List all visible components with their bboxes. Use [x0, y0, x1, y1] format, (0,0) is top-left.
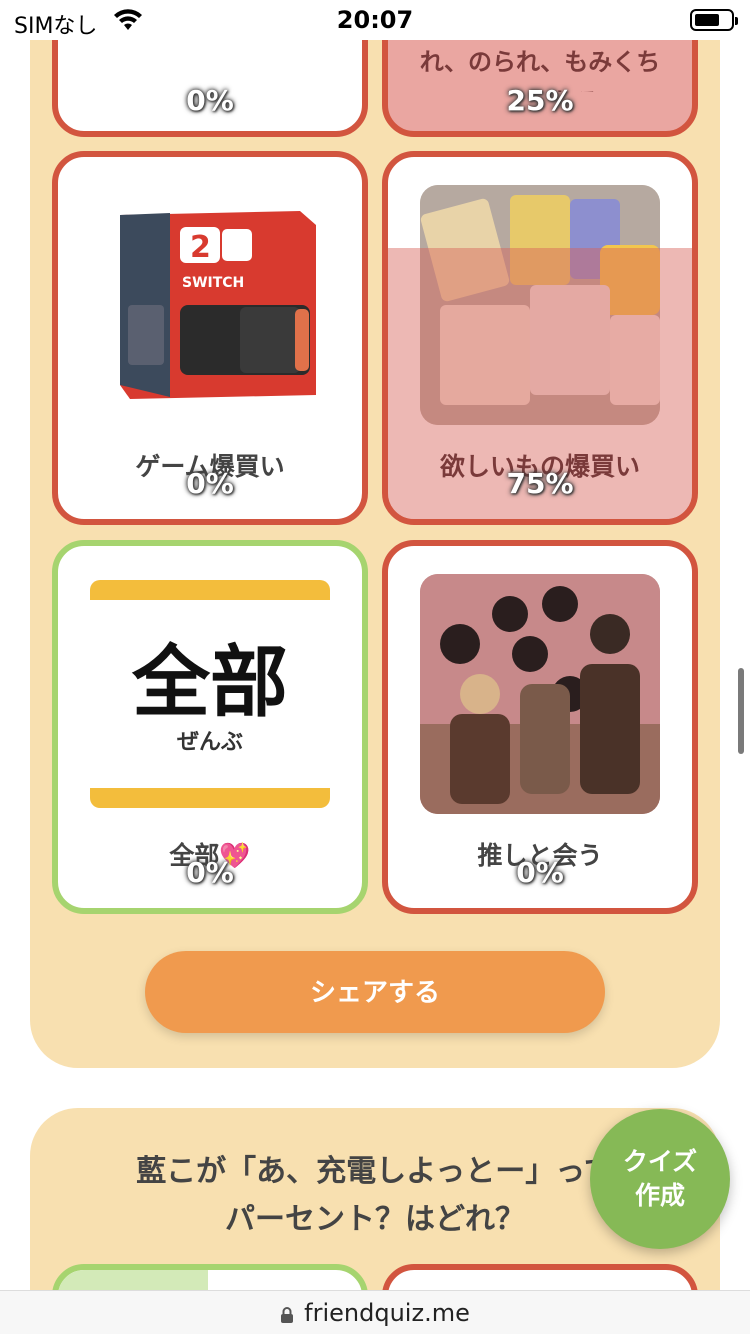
- lock-icon: [281, 1307, 294, 1323]
- quiz-result-panel: 0% れ、のられ、もみくち ゃにされる 25% 2 SWITCH ゲーム爆買い …: [30, 0, 720, 1068]
- nintendo-switch-image: 2 SWITCH: [90, 185, 330, 425]
- answer-percent: 0%: [516, 856, 564, 889]
- svg-text:SWITCH: SWITCH: [182, 275, 244, 291]
- answer-card-game[interactable]: 2 SWITCH ゲーム爆買い 0%: [52, 151, 368, 525]
- zenbu-kanji: 全部: [131, 637, 288, 728]
- create-quiz-button[interactable]: クイズ 作成: [590, 1109, 730, 1249]
- answer-percent: 0%: [186, 84, 234, 117]
- battery-icon: [690, 9, 738, 31]
- browser-url-bar[interactable]: friendquiz.me: [0, 1290, 750, 1334]
- answer-percent: 0%: [186, 856, 234, 889]
- share-button[interactable]: シェアする: [145, 951, 605, 1033]
- clock: 20:07: [336, 6, 414, 34]
- answer-percent: 75%: [506, 467, 574, 500]
- answer-card-all[interactable]: 全部 ぜんぶ 全部💖 0%: [52, 540, 368, 914]
- status-bar: SIMなし 20:07: [0, 0, 750, 40]
- answer-percent: 0%: [186, 467, 234, 500]
- svg-text:2: 2: [190, 230, 211, 265]
- idol-group-image: [420, 574, 660, 814]
- scrollbar[interactable]: [738, 668, 744, 754]
- url-text: friendquiz.me: [304, 1299, 470, 1327]
- zenbu-image: 全部 ぜんぶ: [90, 574, 330, 814]
- answer-card-shopping[interactable]: 欲しいもの爆買い 75%: [382, 151, 698, 525]
- zenbu-kana: ぜんぶ: [176, 729, 243, 755]
- answer-percent: 25%: [506, 84, 574, 117]
- answer-card-oshi[interactable]: 推しと会う 0%: [382, 540, 698, 914]
